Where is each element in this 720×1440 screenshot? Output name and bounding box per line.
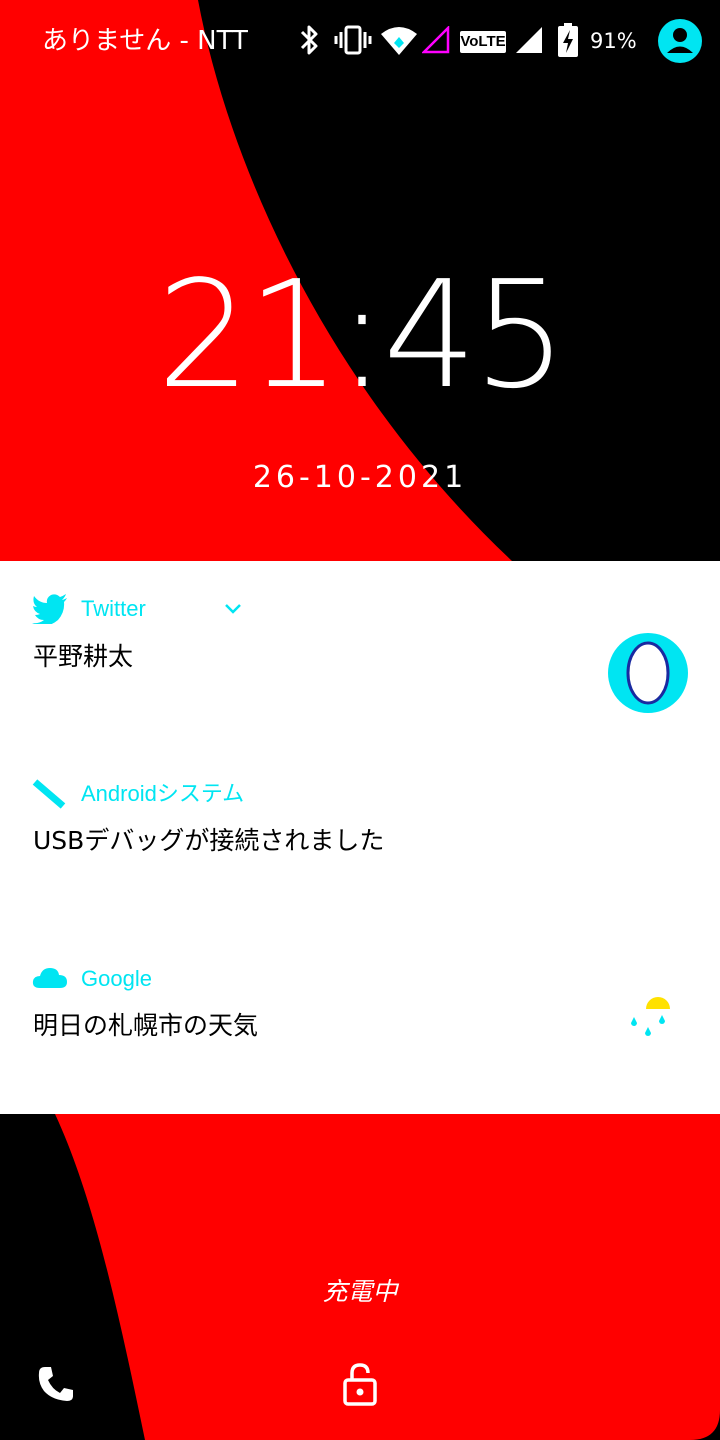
notification-app-name: Androidシステム — [81, 781, 245, 806]
bluetooth-icon — [300, 25, 318, 55]
usb-debug-icon — [32, 779, 66, 809]
chevron-down-icon[interactable] — [224, 603, 242, 615]
battery-percent: 91% — [590, 29, 637, 53]
twitter-avatar-thumbnail — [608, 633, 688, 713]
lockscreen-date: 26-10-2021 — [252, 460, 468, 495]
notification-app-name: Twitter — [81, 596, 146, 621]
wifi-icon — [381, 27, 417, 55]
notification-twitter[interactable]: Twitter 平野耕太 — [0, 561, 720, 746]
notification-list: Twitter 平野耕太 Androidシステム USBデバッグが接続されました… — [0, 561, 720, 1114]
charging-status: 充電中 — [322, 1277, 398, 1306]
twitter-bird-icon — [32, 594, 67, 624]
notification-google[interactable]: Google 明日の札幌市の天気 — [0, 931, 720, 1116]
cell-signal-icon — [516, 27, 542, 53]
notification-app-name: Google — [81, 966, 152, 991]
user-avatar-icon[interactable] — [657, 18, 703, 64]
notification-text: USBデバッグが接続されました — [33, 826, 385, 855]
vibrate-icon — [334, 25, 372, 55]
battery-charging-icon — [558, 23, 578, 57]
cloud-icon — [32, 968, 67, 988]
status-bar: ありません - NTT VoLTE 91% — [0, 0, 720, 82]
lockscreen-clock: 21:45 — [156, 249, 568, 421]
notification-text: 平野耕太 — [33, 642, 134, 671]
notification-android-system[interactable]: Androidシステム USBデバッグが接続されました — [0, 746, 720, 931]
notification-text: 明日の札幌市の天気 — [33, 1011, 259, 1040]
carrier-label: ありません - NTT — [42, 26, 248, 56]
lock-open-icon[interactable] — [343, 1362, 377, 1406]
phone-icon[interactable] — [36, 1364, 76, 1404]
mobile-data-signal-icon — [422, 26, 450, 54]
volte-icon: VoLTE — [460, 31, 506, 53]
rain-weather-icon — [631, 997, 670, 1036]
